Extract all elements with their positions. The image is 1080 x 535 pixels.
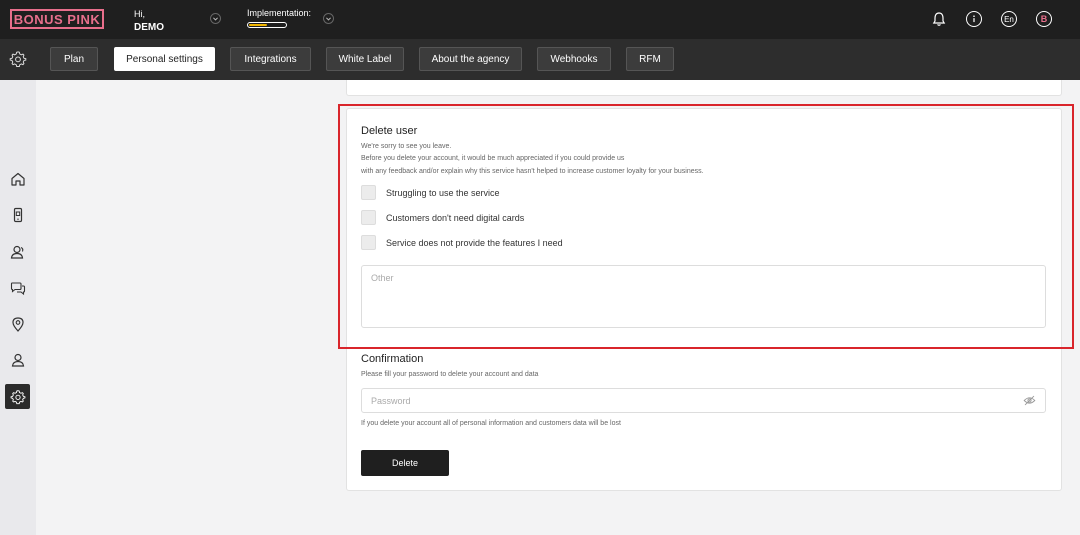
- reason-label: Service does not provide the features I …: [386, 237, 563, 248]
- implementation-progress-bar: [247, 22, 287, 28]
- reason-label: Customers don't need digital cards: [386, 212, 525, 223]
- bell-icon[interactable]: [931, 11, 947, 27]
- tab-about-agency[interactable]: About the agency: [419, 47, 522, 71]
- password-field[interactable]: [361, 388, 1046, 413]
- tab-rfm[interactable]: RFM: [626, 47, 674, 71]
- info-icon[interactable]: [966, 11, 982, 27]
- user-name: DEMO: [134, 22, 164, 33]
- user-icon[interactable]: [5, 347, 30, 372]
- confirmation-description: Please fill your password to delete your…: [361, 371, 539, 378]
- previous-section-card: [346, 80, 1062, 96]
- home-icon[interactable]: [5, 166, 30, 191]
- reason-checkbox[interactable]: [361, 210, 376, 225]
- tab-plan[interactable]: Plan: [50, 47, 98, 71]
- user-dropdown-chevron-icon[interactable]: [210, 13, 221, 24]
- delete-user-title: Delete user: [361, 125, 418, 137]
- user-greeting: Hi, DEMO: [134, 8, 164, 34]
- hide-password-icon[interactable]: [1023, 394, 1036, 407]
- implementation-progress-fill: [249, 24, 267, 26]
- avatar[interactable]: B: [1036, 11, 1052, 27]
- delete-user-request-cont: with any feedback and/or explain why thi…: [361, 168, 704, 175]
- chat-icon[interactable]: [5, 275, 30, 300]
- tab-white-label[interactable]: White Label: [326, 47, 404, 71]
- settings-icon[interactable]: [5, 384, 30, 409]
- language-switch[interactable]: En: [1001, 11, 1017, 27]
- reason-checkbox[interactable]: [361, 235, 376, 250]
- reason-option[interactable]: Struggling to use the service: [361, 185, 500, 200]
- reason-option[interactable]: Service does not provide the features I …: [361, 235, 563, 250]
- implementation-dropdown-chevron-icon[interactable]: [323, 13, 334, 24]
- reason-option[interactable]: Customers don't need digital cards: [361, 210, 524, 225]
- reason-label: Struggling to use the service: [386, 187, 500, 198]
- tab-webhooks[interactable]: Webhooks: [537, 47, 611, 71]
- greeting-text: Hi,: [134, 9, 145, 19]
- top-bar: BONUS PINK Hi, DEMO Implementation: En B: [0, 0, 1080, 39]
- reason-checkbox[interactable]: [361, 185, 376, 200]
- delete-user-request: Before you delete your account, it would…: [361, 155, 625, 162]
- customers-icon[interactable]: [5, 239, 30, 264]
- confirmation-title: Confirmation: [361, 353, 424, 365]
- location-icon[interactable]: [5, 311, 30, 336]
- other-feedback-textarea[interactable]: [361, 265, 1046, 328]
- phone-card-icon[interactable]: [5, 202, 30, 227]
- tab-integrations[interactable]: Integrations: [230, 47, 311, 71]
- implementation-label: Implementation:: [247, 8, 312, 18]
- delete-user-intro: We're sorry to see you leave.: [361, 143, 452, 150]
- sidebar: [0, 80, 36, 535]
- delete-warning: If you delete your account all of person…: [361, 420, 621, 427]
- settings-tab-bar: Plan Personal settings Integrations Whit…: [0, 39, 1080, 80]
- delete-button[interactable]: Delete: [361, 450, 449, 476]
- settings-gear-icon[interactable]: [9, 50, 27, 68]
- tab-personal-settings[interactable]: Personal settings: [114, 47, 215, 71]
- brand-logo[interactable]: BONUS PINK: [10, 9, 104, 29]
